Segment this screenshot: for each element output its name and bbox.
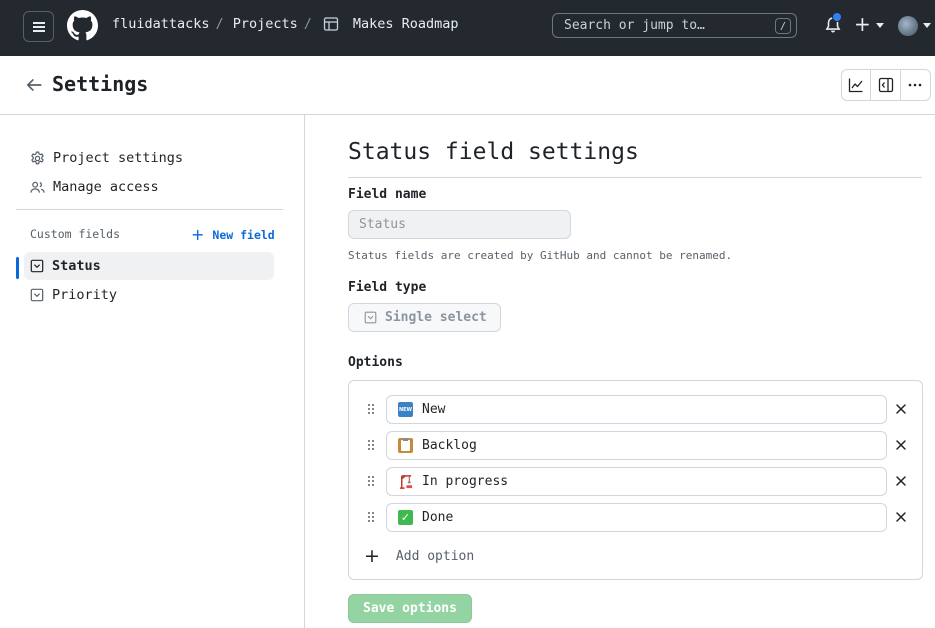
- close-icon[interactable]: [894, 402, 908, 416]
- chevron-down-icon[interactable]: [923, 23, 931, 28]
- close-icon[interactable]: [894, 438, 908, 452]
- option-input-new[interactable]: NEW New: [386, 395, 887, 424]
- list-item: NEW New: [349, 395, 924, 424]
- plus-icon: +: [191, 225, 205, 244]
- new-emoji-icon: NEW: [398, 402, 413, 417]
- avatar[interactable]: [898, 16, 918, 36]
- custom-fields-heading: Custom fields: [30, 227, 121, 241]
- new-field-button[interactable]: + New field: [191, 225, 275, 244]
- sidebar-item-project-settings[interactable]: Project settings: [24, 144, 274, 172]
- sidebar-item-label: Project settings: [53, 150, 184, 166]
- breadcrumb-projects-link[interactable]: Projects: [233, 16, 298, 32]
- view-toolbar: [841, 69, 931, 101]
- single-select-icon: [30, 288, 44, 302]
- option-label: Backlog: [422, 438, 477, 453]
- graph-icon: [849, 78, 863, 93]
- check-mark-button-emoji-icon: ✓: [398, 510, 413, 525]
- field-type-select: Single select: [348, 303, 501, 332]
- notification-indicator: [832, 12, 842, 22]
- plus-icon: +: [364, 545, 380, 567]
- add-option-label: Add option: [395, 549, 475, 564]
- breadcrumb-separator: /: [303, 16, 312, 32]
- new-field-label: New field: [212, 227, 275, 242]
- field-type-label: Field type: [348, 280, 427, 295]
- option-label: Done: [422, 510, 454, 525]
- sidebar-item-status[interactable]: Status: [24, 252, 274, 280]
- hamburger-menu-button[interactable]: [23, 11, 54, 42]
- toggle-sidebar-button[interactable]: [871, 70, 901, 100]
- gear-icon: [31, 151, 44, 164]
- page-title: Settings: [52, 72, 149, 96]
- more-options-button[interactable]: [901, 70, 930, 100]
- settings-sidebar: Project settings Manage access Custom fi…: [0, 115, 305, 628]
- sidebar-item-manage-access[interactable]: Manage access: [24, 173, 274, 201]
- grabber-icon[interactable]: [366, 439, 376, 451]
- single-select-icon: [30, 259, 44, 273]
- option-input-in-progress[interactable]: In progress: [386, 467, 887, 496]
- field-name-label: Field name: [348, 187, 427, 202]
- field-name-help-text: Status fields are created by GitHub and …: [348, 249, 733, 262]
- list-item: In progress: [349, 467, 924, 496]
- people-icon: [30, 181, 45, 193]
- field-name-input: Status: [348, 210, 571, 239]
- kebab-horizontal-icon: [909, 83, 922, 87]
- search-input[interactable]: Search or jump to… /: [552, 13, 797, 38]
- list-item: Backlog: [349, 431, 924, 460]
- sidebar-expand-icon: [878, 77, 893, 93]
- sidebar-item-priority[interactable]: Priority: [24, 281, 274, 309]
- construction-crane-emoji-icon: [399, 475, 413, 489]
- breadcrumb-project-link[interactable]: Makes Roadmap: [353, 16, 459, 32]
- breadcrumb-org-link[interactable]: fluidattacks: [112, 16, 210, 32]
- options-label: Options: [348, 355, 403, 370]
- grabber-icon[interactable]: [366, 511, 376, 523]
- sidebar-item-label: Manage access: [53, 179, 159, 195]
- sidebar-item-label: Status: [52, 258, 101, 274]
- single-select-icon: [364, 311, 377, 324]
- insights-button[interactable]: [842, 70, 872, 100]
- add-option-button[interactable]: + Add option: [364, 547, 474, 566]
- option-input-backlog[interactable]: Backlog: [386, 431, 887, 460]
- search-shortcut-hint: /: [775, 18, 791, 34]
- arrow-left-icon[interactable]: [25, 76, 43, 94]
- sidebar-item-label: Priority: [52, 287, 118, 303]
- option-input-done[interactable]: ✓ Done: [386, 503, 887, 532]
- grabber-icon[interactable]: [366, 403, 376, 415]
- options-list: NEW New Backlog In progress ✓ Done + Add…: [348, 380, 923, 580]
- settings-header: Settings: [0, 56, 935, 115]
- table-icon: [323, 17, 339, 31]
- list-item: ✓ Done: [349, 503, 924, 532]
- plus-icon[interactable]: +: [854, 14, 871, 34]
- global-header: fluidattacks / Projects / Makes Roadmap …: [0, 0, 935, 56]
- clipboard-emoji-icon: [398, 438, 413, 453]
- chevron-down-icon[interactable]: [876, 23, 884, 28]
- section-title: Status field settings: [348, 139, 639, 165]
- hamburger-icon: [32, 21, 45, 32]
- close-icon[interactable]: [894, 510, 908, 524]
- search-placeholder: Search or jump to…: [564, 18, 705, 33]
- close-icon[interactable]: [894, 474, 908, 488]
- grabber-icon[interactable]: [366, 475, 376, 487]
- field-type-value: Single select: [385, 310, 487, 325]
- active-indicator: [16, 257, 19, 279]
- breadcrumb: fluidattacks / Projects / Makes Roadmap: [112, 16, 459, 32]
- section-divider: [348, 177, 922, 178]
- github-logo-icon[interactable]: [67, 10, 98, 41]
- field-name-value: Status: [359, 217, 406, 232]
- option-label: New: [422, 402, 446, 417]
- save-options-button[interactable]: Save options: [348, 594, 472, 623]
- breadcrumb-separator: /: [215, 16, 224, 32]
- option-label: In progress: [422, 474, 509, 489]
- sidebar-divider: [16, 209, 283, 210]
